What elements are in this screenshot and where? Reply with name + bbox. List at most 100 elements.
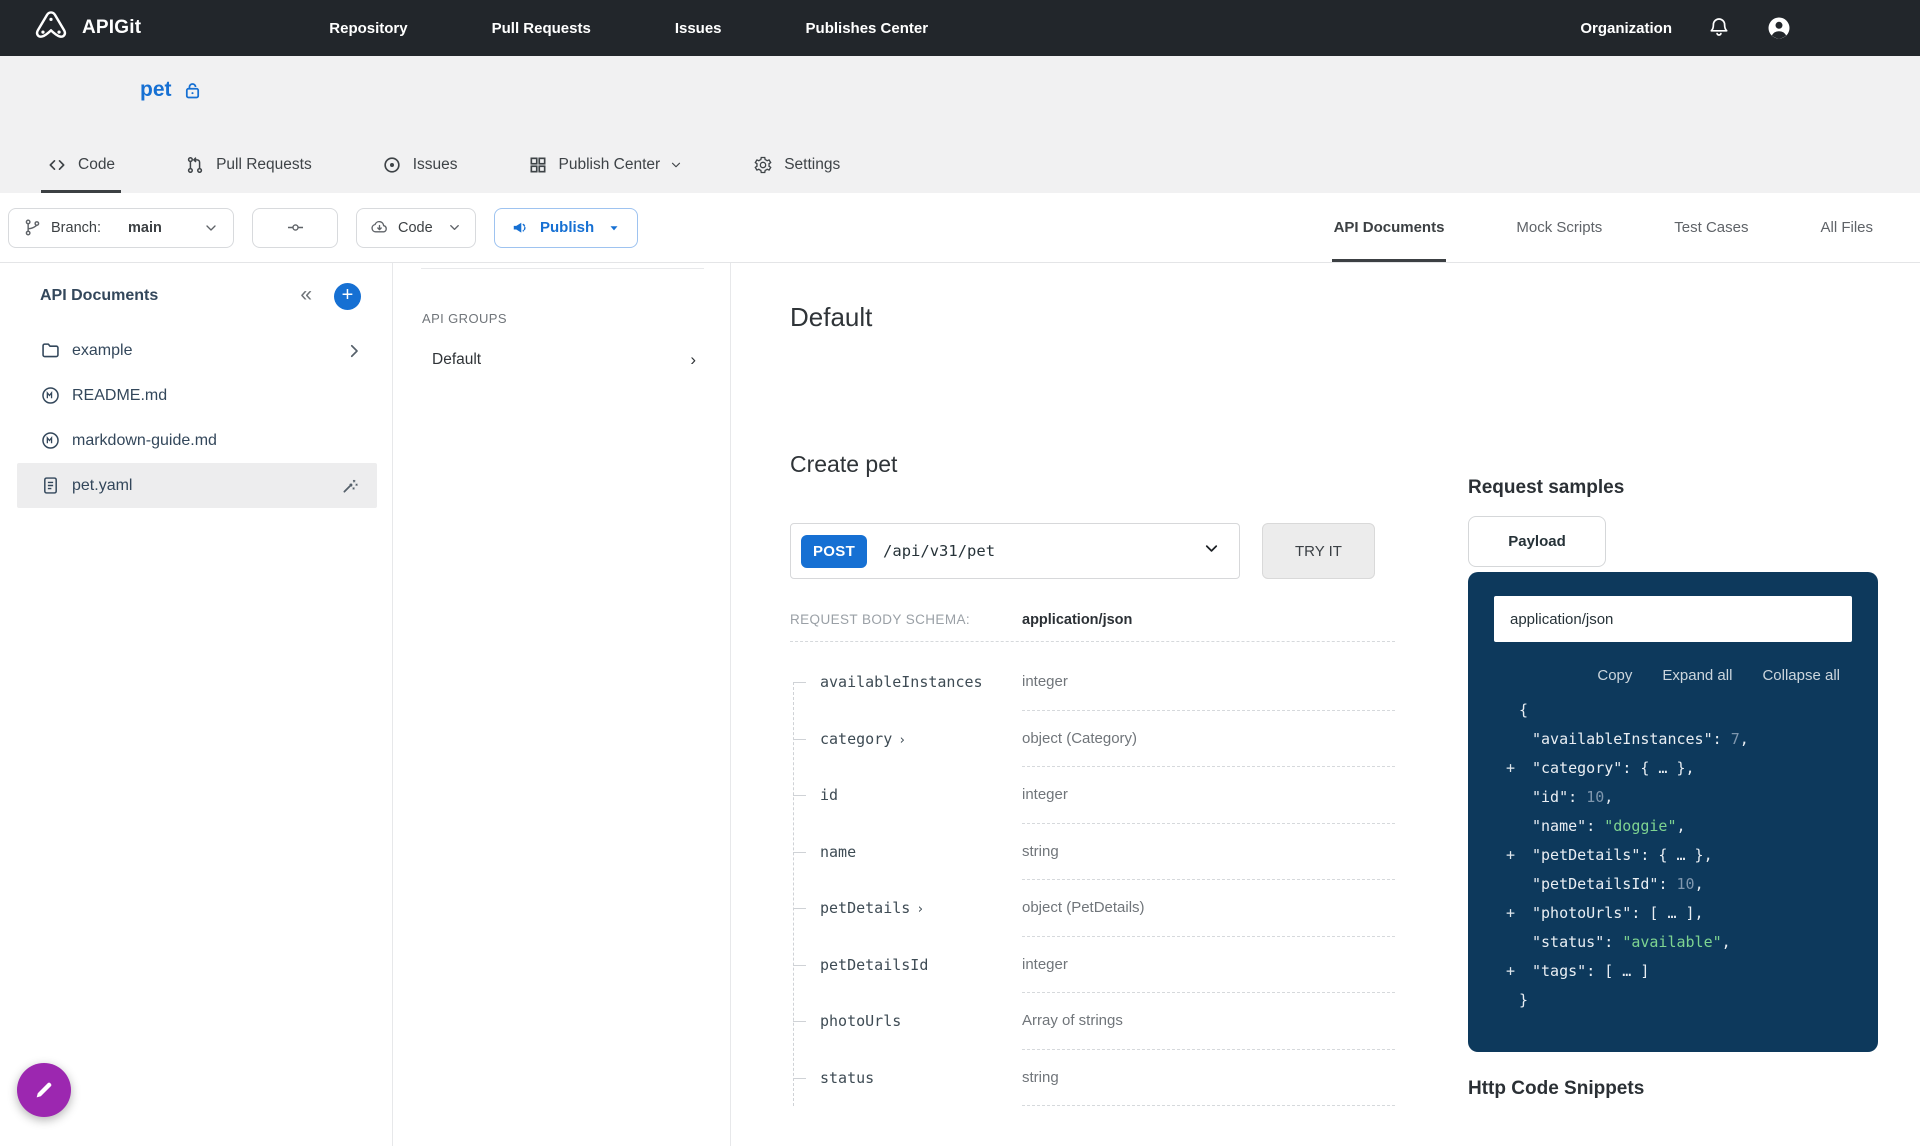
file-item-markdown-guide-md[interactable]: markdown-guide.md xyxy=(17,418,377,463)
view-tab-mock-scripts[interactable]: Mock Scripts xyxy=(1514,193,1604,262)
repo-tab-pull-requests[interactable]: Pull Requests xyxy=(179,139,318,193)
code-action-expand-all[interactable]: Expand all xyxy=(1662,667,1732,684)
publish-button-label: Publish xyxy=(540,219,594,236)
field-name: name xyxy=(790,824,1022,881)
field-type: integer xyxy=(1022,654,1395,711)
navbar-right: Organization xyxy=(1580,15,1920,41)
commits-button[interactable] xyxy=(252,208,338,248)
chevron-right-icon[interactable] xyxy=(345,342,359,360)
repo-tab-settings[interactable]: Settings xyxy=(747,139,846,193)
view-tab-all-files[interactable]: All Files xyxy=(1818,193,1875,262)
method-badge: POST xyxy=(801,535,867,568)
repo-tab-label: Pull Requests xyxy=(216,156,312,174)
nav-link-repository[interactable]: Repository xyxy=(329,20,407,37)
file-sidebar: API Documents « + exampleREADME.md markdo… xyxy=(0,263,393,1146)
schema-field-name: namestring xyxy=(790,824,1395,881)
view-tab-api-documents[interactable]: API Documents xyxy=(1332,193,1447,262)
navbar-links: Repository Pull Requests Issues Publishes C… xyxy=(329,20,928,37)
code-line-0: { xyxy=(1494,696,1852,725)
issue-icon xyxy=(382,155,402,175)
repo-tab-issues[interactable]: Issues xyxy=(376,139,464,193)
code-line-4: "name": "doggie", xyxy=(1494,812,1852,841)
nav-link-publishes-center[interactable]: Publishes Center xyxy=(806,20,929,37)
schema-field-photoUrls: photoUrlsArray of strings xyxy=(790,993,1395,1050)
repo-tab-label: Settings xyxy=(784,156,840,174)
field-name: availableInstances xyxy=(790,654,1022,711)
repo-tab-label: Publish Center xyxy=(559,156,661,174)
endpoint-selector[interactable]: POST /api/v31/pet xyxy=(790,523,1240,579)
brand[interactable]: APIGit xyxy=(0,9,141,48)
pull-request-icon xyxy=(185,155,205,175)
field-name: petDetails› xyxy=(790,880,1022,937)
top-navbar: APIGit Repository Pull Requests Issues Publ… xyxy=(0,0,1920,56)
publish-button[interactable]: Publish xyxy=(494,208,638,248)
payload-tab[interactable]: Payload xyxy=(1468,516,1606,567)
view-tab-test-cases[interactable]: Test Cases xyxy=(1672,193,1750,262)
code-icon xyxy=(47,155,67,175)
edit-fab-button[interactable] xyxy=(17,1063,71,1117)
expand-field-icon[interactable]: › xyxy=(916,902,924,917)
code-action-copy[interactable]: Copy xyxy=(1597,667,1632,684)
branch-selector[interactable]: Branch: main xyxy=(8,208,234,248)
collapse-sidebar-icon[interactable]: « xyxy=(300,284,312,308)
repo-title[interactable]: pet xyxy=(140,78,172,102)
sample-json-code: {"availableInstances": 7,+"category": { … xyxy=(1494,696,1852,1015)
nav-link-pull-requests[interactable]: Pull Requests xyxy=(492,20,591,37)
file-item-pet-yaml[interactable]: pet.yaml xyxy=(17,463,377,508)
toolbar: Branch: main Code Publish API Documents M… xyxy=(0,193,1920,263)
nav-link-issues[interactable]: Issues xyxy=(675,20,722,37)
main-content: Default Create pet POST /api/v31/pet TRY… xyxy=(731,263,1920,1146)
request-body-schema-label: REQUEST BODY SCHEMA: xyxy=(790,612,1022,627)
expand-node-icon[interactable]: + xyxy=(1506,754,1515,783)
code-download-button[interactable]: Code xyxy=(356,208,476,248)
expand-node-icon[interactable]: + xyxy=(1506,957,1515,986)
api-groups-panel: API GROUPS Default› xyxy=(393,263,731,1146)
schema-field-petDetails: petDetails›object (PetDetails) xyxy=(790,880,1395,937)
file-icon xyxy=(40,475,61,496)
field-name: status xyxy=(790,1050,1022,1107)
try-it-button[interactable]: TRY IT xyxy=(1262,523,1375,579)
branch-label: Branch: xyxy=(51,220,101,236)
code-line-1: "availableInstances": 7, xyxy=(1494,725,1852,754)
repo-tab-code[interactable]: Code xyxy=(41,139,121,193)
api-group-item-default[interactable]: Default› xyxy=(393,326,730,370)
code-line-2: +"category": { … }, xyxy=(1494,754,1852,783)
megaphone-icon xyxy=(511,218,530,237)
request-samples-title: Request samples xyxy=(1468,477,1878,499)
code-line-10: } xyxy=(1494,986,1852,1015)
field-name: photoUrls xyxy=(790,993,1022,1050)
private-lock-icon xyxy=(182,80,203,101)
request-sample-panel: application/json Copy Expand all Collapse … xyxy=(1468,572,1878,1052)
field-type: Array of strings xyxy=(1022,993,1395,1050)
branch-value: main xyxy=(128,220,162,236)
expand-node-icon[interactable]: + xyxy=(1506,841,1515,870)
add-file-button[interactable]: + xyxy=(334,283,361,310)
chevron-down-icon xyxy=(671,158,683,172)
notifications-bell-icon[interactable] xyxy=(1706,15,1732,41)
schema-field-status: statusstring xyxy=(790,1050,1395,1107)
file-item-label: pet.yaml xyxy=(72,477,132,495)
code-line-8: "status": "available", xyxy=(1494,928,1852,957)
expand-node-icon[interactable]: + xyxy=(1506,899,1515,928)
nav-link-organization[interactable]: Organization xyxy=(1580,20,1672,37)
sidebar-title: API Documents xyxy=(40,287,158,305)
code-action-collapse-all[interactable]: Collapse all xyxy=(1762,667,1840,684)
http-code-snippets-title: Http Code Snippets xyxy=(1468,1078,1878,1100)
file-item-label: markdown-guide.md xyxy=(72,432,217,450)
content-type-select[interactable]: application/json xyxy=(1494,596,1852,642)
file-item-example[interactable]: example xyxy=(17,328,377,373)
repo-tab-publish-center[interactable]: Publish Center xyxy=(522,139,690,193)
brand-name: APIGit xyxy=(82,17,141,39)
file-item-readme-md[interactable]: README.md xyxy=(17,373,377,418)
field-type: object (PetDetails) xyxy=(1022,880,1395,937)
gear-icon xyxy=(753,155,773,175)
field-type: string xyxy=(1022,824,1395,881)
field-type: integer xyxy=(1022,937,1395,994)
chevron-down-icon xyxy=(447,220,462,235)
request-body-schema-type[interactable]: application/json xyxy=(1022,612,1395,628)
expand-field-icon[interactable]: › xyxy=(898,733,906,748)
repo-tab-label: Issues xyxy=(413,156,458,174)
magic-wand-icon[interactable] xyxy=(341,477,359,495)
user-avatar[interactable] xyxy=(1766,15,1792,41)
field-type: integer xyxy=(1022,767,1395,824)
